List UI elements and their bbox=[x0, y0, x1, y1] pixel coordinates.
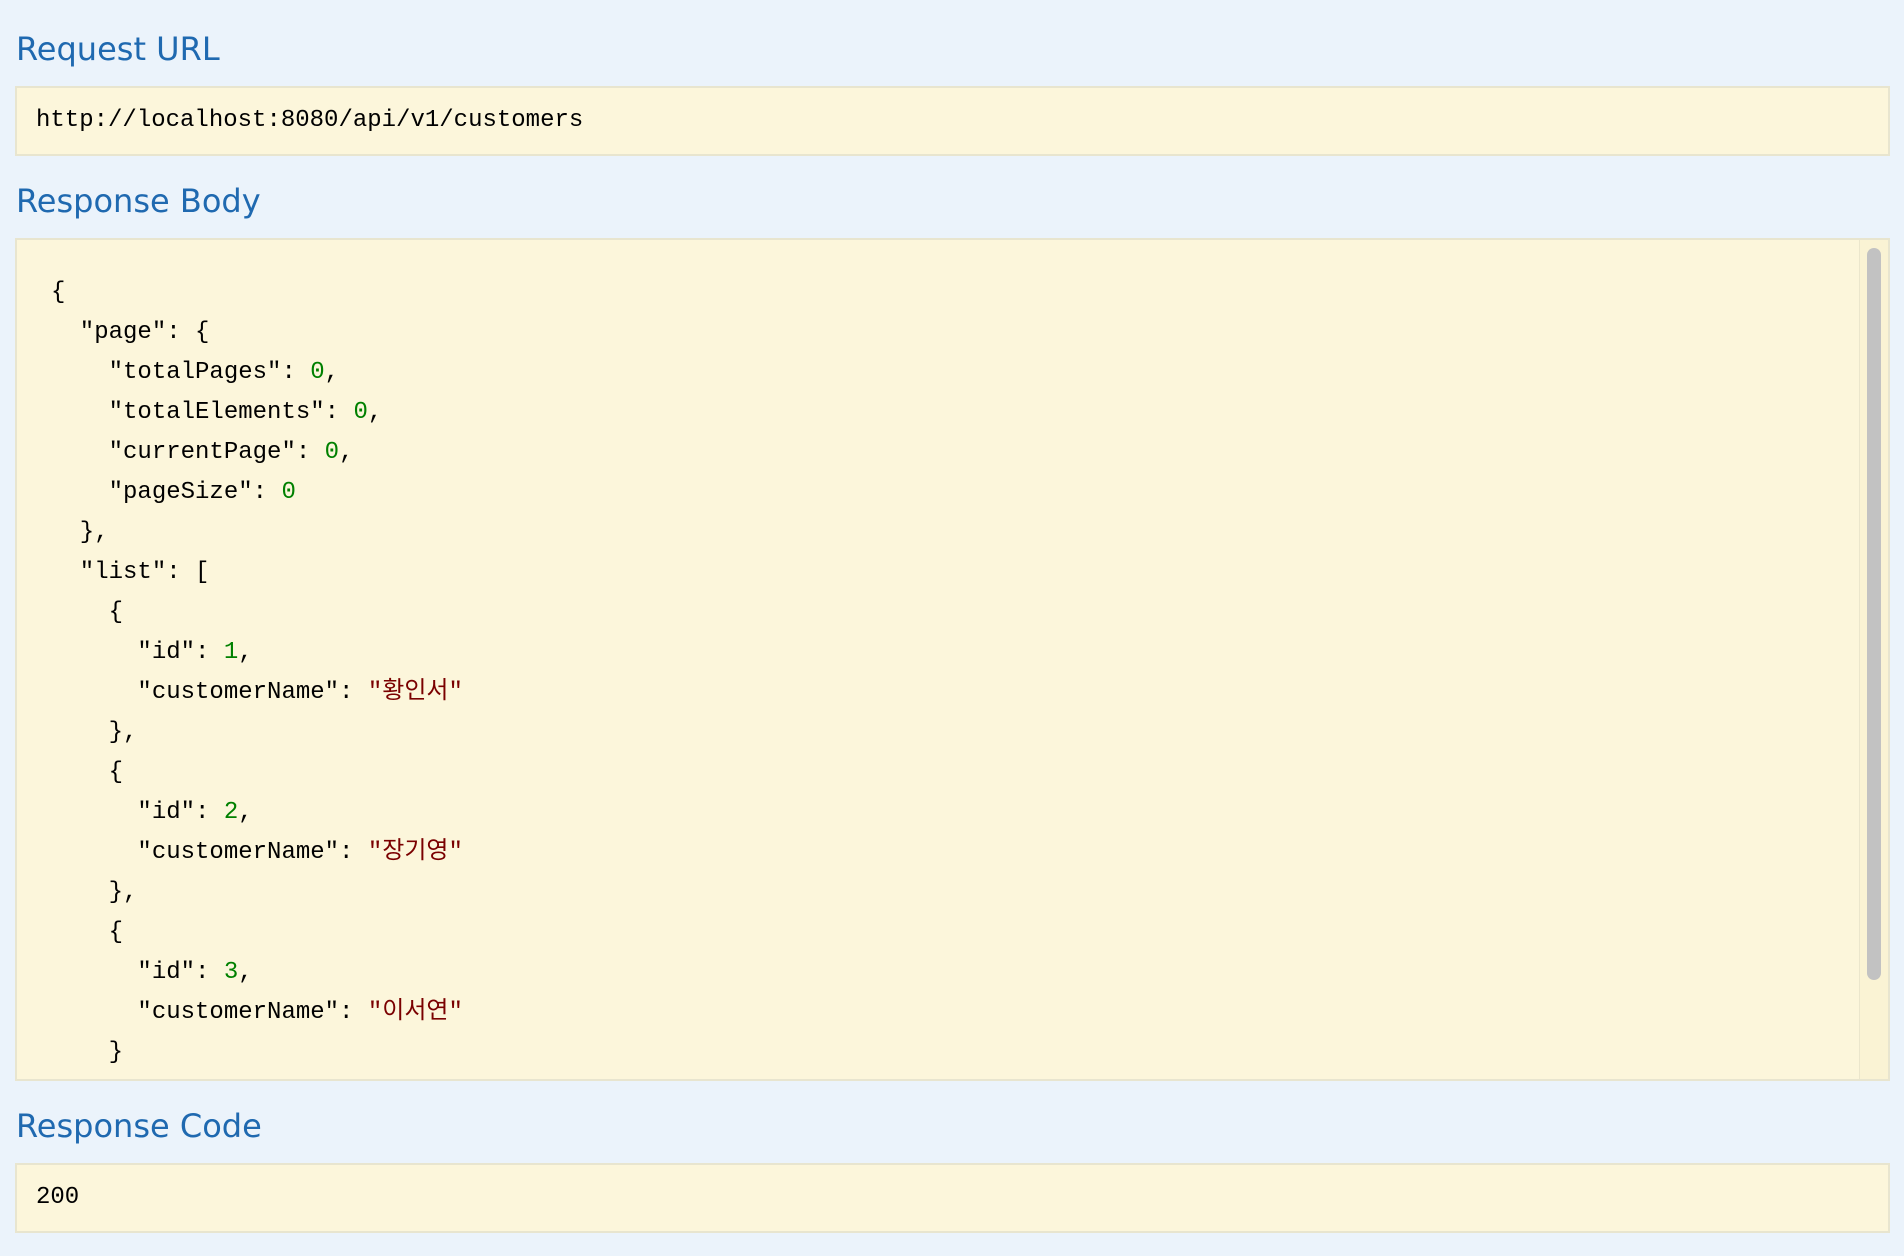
response-code-box[interactable]: 200 bbox=[15, 1163, 1890, 1233]
response-body-box[interactable]: { "page": { "totalPages": 0, "totalEleme… bbox=[15, 238, 1890, 1081]
json-key-page: page bbox=[94, 319, 152, 346]
request-url-title: Request URL bbox=[16, 30, 220, 68]
request-url-value: http://localhost:8080/api/v1/customers bbox=[36, 107, 584, 134]
json-key-list: list bbox=[94, 559, 152, 586]
json-key-total-pages: totalPages bbox=[123, 359, 268, 386]
json-value-total-elements: 0 bbox=[353, 399, 368, 426]
json-open-brace: { bbox=[51, 279, 66, 306]
json-key-current-page: currentPage bbox=[123, 439, 282, 466]
scrollbar-thumb[interactable] bbox=[1867, 248, 1881, 980]
response-code-value: 200 bbox=[36, 1184, 80, 1211]
json-key-page-size: pageSize bbox=[123, 479, 239, 506]
response-body-title: Response Body bbox=[16, 182, 261, 220]
json-value-current-page: 0 bbox=[324, 439, 340, 466]
json-value-customer-name: "황인서" bbox=[367, 679, 463, 706]
json-key-total-elements: totalElements bbox=[123, 399, 311, 426]
json-value-customer-name: "장기영" bbox=[367, 839, 463, 866]
response-body-code: { "page": { "totalPages": 0, "totalEleme… bbox=[51, 279, 463, 1066]
json-value-total-pages: 0 bbox=[310, 359, 325, 386]
json-value-id: 1 bbox=[223, 639, 239, 666]
response-body-scrollbar[interactable] bbox=[1859, 240, 1888, 1079]
json-value-id: 2 bbox=[223, 799, 239, 826]
json-value-customer-name: "이서연" bbox=[367, 999, 463, 1026]
request-url-box[interactable]: http://localhost:8080/api/v1/customers bbox=[15, 86, 1890, 156]
json-value-page-size: 0 bbox=[281, 479, 296, 506]
response-code-title: Response Code bbox=[16, 1107, 262, 1145]
json-value-id: 3 bbox=[223, 959, 239, 986]
